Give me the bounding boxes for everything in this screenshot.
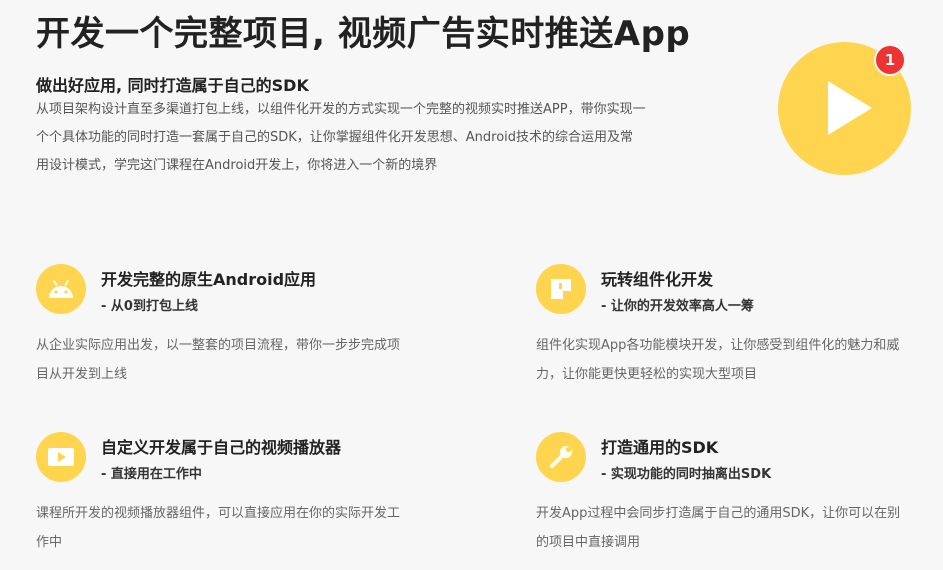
hero-subtitle: 做出好应用, 同时打造属于自己的SDK: [36, 76, 309, 95]
feature-subtitle: - 从0到打包上线: [101, 299, 198, 314]
feature-subtitle: - 直接用在工作中: [101, 467, 202, 482]
feature-description: 课程所开发的视频播放器组件，可以直接应用在你的实际开发工作中: [36, 506, 401, 550]
feature-title: 自定义开发属于自己的视频播放器: [101, 438, 342, 457]
feature-subtitle: - 让你的开发效率高人一筹: [601, 299, 754, 314]
feature-title: 开发完整的原生Android应用: [101, 270, 317, 289]
feature-description: 开发App过程中会同步打造属于自己的通用SDK，让你可以在别的项目中直接调用: [536, 506, 901, 550]
course-intro-page: 开发一个完整项目, 视频广告实时推送App 做出好应用, 同时打造属于自己的SD…: [0, 0, 943, 570]
wrench-icon: [536, 432, 586, 482]
android-icon: [36, 264, 86, 314]
page-title: 开发一个完整项目, 视频广告实时推送App: [36, 14, 691, 54]
hero-description: 从项目架构设计直至多渠道打包上线，以组件化开发的方式实现一个完整的视频实时推送A…: [36, 102, 646, 173]
feature-title: 打造通用的SDK: [601, 438, 719, 457]
play-icon: [828, 81, 872, 135]
layout-icon: [536, 264, 586, 314]
feature-description: 组件化实现App各功能模块开发，让你感受到组件化的魅力和威力，让你能更快更轻松的…: [536, 338, 900, 382]
video-player-icon: [36, 432, 86, 482]
feature-title: 玩转组件化开发: [601, 270, 714, 289]
feature-description: 从企业实际应用出发，以一整套的项目流程，带你一步步完成项目从开发到上线: [36, 338, 401, 382]
feature-subtitle: - 实现功能的同时抽离出SDK: [601, 467, 772, 482]
notification-badge: 1: [874, 44, 906, 76]
